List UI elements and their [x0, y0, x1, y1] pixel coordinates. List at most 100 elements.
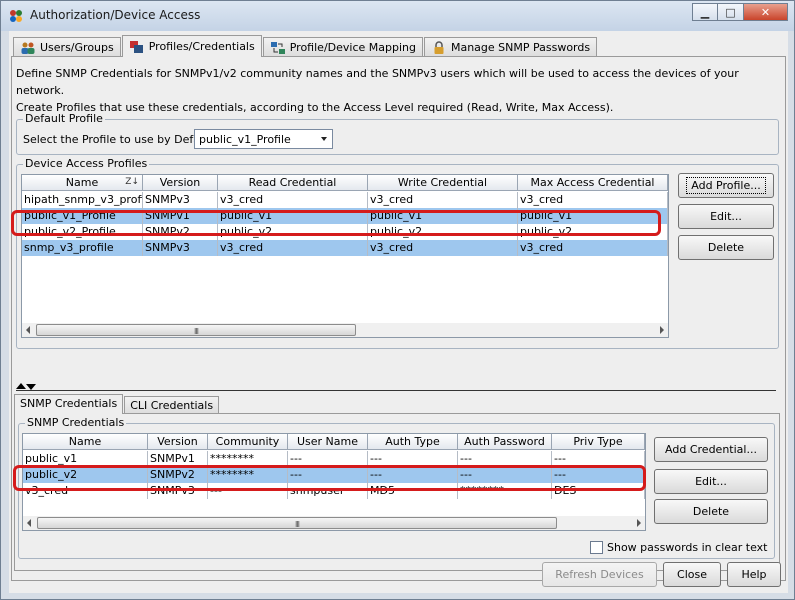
credential-tabs: SNMP Credentials CLI Credentials — [14, 394, 220, 414]
column-header-version[interactable]: Version — [143, 175, 218, 191]
device-access-profiles-group: Device Access Profiles Name Z↓ Version R… — [11, 157, 779, 349]
table-cell: public_v2 — [518, 224, 668, 240]
client-area: Users/Groups Profiles/Credentials Profil… — [9, 31, 788, 593]
table-cell: v3_cred — [23, 483, 148, 499]
default-profile-value: public_v1_Profile — [199, 133, 291, 146]
column-header-version[interactable]: Version — [148, 434, 208, 450]
column-header-name[interactable]: Name Z↓ — [22, 175, 143, 191]
table-row[interactable]: v3_cred SNMPv3 --- snmpuser MD5 ******** DES — [23, 483, 645, 499]
help-button[interactable]: Help — [727, 562, 781, 587]
sort-icon: Z↓ — [125, 177, 139, 187]
tab-label: Profiles/Credentials — [148, 40, 255, 53]
scroll-thumb[interactable]: III — [37, 517, 557, 529]
table-cell: v3_cred — [518, 240, 668, 256]
table-cell: public_v1 — [218, 208, 368, 224]
minimize-button[interactable]: ▁ — [692, 3, 718, 21]
scroll-thumb[interactable]: III — [36, 324, 356, 336]
refresh-devices-button[interactable]: Refresh Devices — [542, 562, 657, 587]
description: Define SNMP Credentials for SNMPv1/v2 co… — [16, 65, 785, 116]
column-header-name[interactable]: Name — [23, 434, 148, 450]
device-access-profiles-label: Device Access Profiles — [23, 157, 150, 170]
table-cell: --- — [368, 467, 458, 483]
table-cell: v3_cred — [368, 192, 518, 208]
table-row[interactable]: public_v2 SNMPv2 ******** --- --- --- --- — [23, 467, 645, 483]
table-cell: public_v2_Profile — [22, 224, 143, 240]
close-window-button[interactable]: ✕ — [744, 3, 788, 21]
tab-snmp-credentials[interactable]: SNMP Credentials — [14, 394, 124, 414]
app-icon — [10, 10, 22, 22]
default-profile-select[interactable]: public_v1_Profile — [194, 129, 333, 149]
collapse-up-icon[interactable] — [16, 383, 26, 389]
column-header-auth-password[interactable]: Auth Password — [458, 434, 552, 450]
profiles-horizontal-scrollbar[interactable]: III — [22, 323, 668, 337]
tab-label: Users/Groups — [40, 41, 114, 54]
add-profile-button[interactable]: Add Profile... — [678, 173, 774, 198]
edit-profile-button[interactable]: Edit... — [678, 204, 774, 229]
delete-credential-button[interactable]: Delete — [654, 499, 768, 524]
lock-icon — [434, 40, 444, 54]
scroll-right-icon[interactable] — [637, 519, 641, 527]
scroll-right-icon[interactable] — [660, 326, 664, 334]
add-credential-button[interactable]: Add Credential... — [654, 437, 768, 462]
show-passwords-checkbox[interactable] — [590, 541, 603, 554]
table-cell: v3_cred — [218, 192, 368, 208]
default-profile-group: Default Profile Select the Profile to us… — [16, 112, 779, 155]
credentials-table-header: Name Version Community User Name Auth Ty… — [23, 434, 645, 450]
profiles-icon — [129, 40, 143, 53]
profiles-table-header: Name Z↓ Version Read Credential Write Cr… — [22, 175, 668, 191]
window-title: Authorization/Device Access — [30, 8, 201, 22]
table-cell: --- — [288, 467, 368, 483]
table-row[interactable]: hipath_snmp_v3_profile SNMPv3 v3_cred v3_cr… — [22, 192, 668, 208]
table-cell: SNMPv2 — [148, 467, 208, 483]
description-line-1: Define SNMP Credentials for SNMPv1/v2 co… — [16, 67, 739, 97]
default-profile-label: Default Profile — [23, 112, 105, 125]
maximize-button[interactable]: □ — [718, 3, 744, 21]
column-header-community[interactable]: Community — [208, 434, 288, 450]
splitter-line — [16, 390, 776, 391]
table-row[interactable]: snmp_v3_profile SNMPv3 v3_cred v3_cred v3_cr… — [22, 240, 668, 256]
tab-label: Profile/Device Mapping — [289, 41, 416, 54]
table-cell: MD5 — [368, 483, 458, 499]
column-header-user-name[interactable]: User Name — [288, 434, 368, 450]
table-cell: DES — [552, 483, 645, 499]
tab-cli-credentials[interactable]: CLI Credentials — [124, 396, 220, 414]
panel-splitter[interactable] — [16, 383, 782, 391]
tab-users-groups[interactable]: Users/Groups — [13, 37, 121, 57]
table-cell: SNMPv3 — [148, 483, 208, 499]
table-row[interactable]: public_v1_Profile SNMPv1 public_v1 public_v… — [22, 208, 668, 224]
table-cell: ******** — [208, 451, 288, 467]
table-cell: public_v2 — [23, 467, 148, 483]
table-cell: v3_cred — [368, 240, 518, 256]
table-row[interactable]: public_v2_Profile SNMPv2 public_v2 public_v… — [22, 224, 668, 240]
credentials-horizontal-scrollbar[interactable]: III — [23, 516, 645, 530]
table-cell: SNMPv2 — [143, 224, 218, 240]
credentials-table: Name Version Community User Name Auth Ty… — [22, 433, 646, 531]
delete-profile-button[interactable]: Delete — [678, 235, 774, 260]
authorization-window: Authorization/Device Access ▁ □ ✕ Users/… — [0, 0, 795, 600]
tab-manage-snmp-passwords[interactable]: Manage SNMP Passwords — [423, 37, 598, 57]
table-cell: SNMPv3 — [143, 192, 218, 208]
close-button[interactable]: Close — [663, 562, 721, 587]
column-header-read-credential[interactable]: Read Credential — [218, 175, 368, 191]
table-cell: ******** — [208, 467, 288, 483]
table-cell: SNMPv1 — [143, 208, 218, 224]
tab-label: Manage SNMP Passwords — [450, 41, 591, 54]
scroll-left-icon[interactable] — [26, 326, 30, 334]
table-cell: snmpuser — [288, 483, 368, 499]
column-header-auth-type[interactable]: Auth Type — [368, 434, 458, 450]
snmp-credentials-panel: SNMP Credentials Name Version Community … — [13, 413, 780, 571]
table-cell: v3_cred — [218, 240, 368, 256]
scroll-left-icon[interactable] — [27, 519, 31, 527]
column-header-max-access-credential[interactable]: Max Access Credential — [518, 175, 668, 191]
table-row[interactable]: public_v1 SNMPv1 ******** --- --- --- --- — [23, 451, 645, 467]
snmp-credentials-label: SNMP Credentials — [25, 416, 127, 429]
tab-profiles-credentials[interactable]: Profiles/Credentials — [121, 35, 262, 57]
table-cell: --- — [458, 467, 552, 483]
column-header-write-credential[interactable]: Write Credential — [368, 175, 518, 191]
profiles-credentials-panel: Define SNMP Credentials for SNMPv1/v2 co… — [11, 56, 786, 581]
table-cell: public_v1 — [23, 451, 148, 467]
table-cell: v3_cred — [518, 192, 668, 208]
column-header-priv-type[interactable]: Priv Type — [552, 434, 645, 450]
edit-credential-button[interactable]: Edit... — [654, 469, 768, 494]
tab-profile-device-mapping[interactable]: Profile/Device Mapping — [262, 37, 423, 57]
